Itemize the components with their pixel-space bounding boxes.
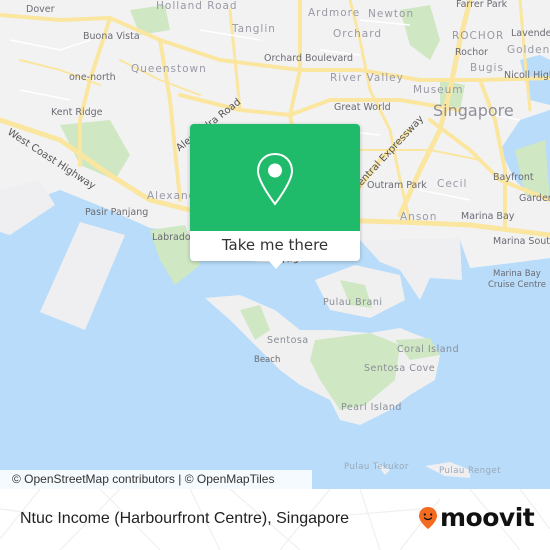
footer-bar: Ntuc Income (Harbourfront Centre), Singa… [0, 489, 550, 550]
map-label-newton: Newton [368, 8, 415, 20]
moovit-wordmark: moovit [440, 503, 535, 532]
map-label-outram-park: Outram Park [367, 180, 427, 191]
map-label-ardmore: Ardmore [308, 7, 361, 19]
map-label-tanglin: Tanglin [232, 23, 276, 35]
map-label-cruise-centre-line2: Cruise Centre [488, 280, 546, 290]
map-label-sentosa-cove: Sentosa Cove [364, 363, 436, 374]
map-label-museum: Museum [413, 84, 464, 96]
map-label-rochor: Rochor [455, 47, 488, 58]
map-label-bayfront: Bayfront [493, 172, 534, 183]
moovit-logo[interactable]: moovit [418, 503, 535, 533]
map-label-queenstown: Queenstown [131, 63, 207, 75]
map-label-gardens: Gardens [519, 193, 550, 204]
map-label-farrer-park: Farrer Park [456, 0, 508, 10]
place-name: Ntuc Income (Harbourfront Centre), Singa… [20, 510, 350, 527]
map-label-pasir-panjang: Pasir Panjang [85, 207, 149, 218]
map-label-river-valley: River Valley [330, 72, 404, 84]
map-label-lavender: Lavender [511, 28, 550, 39]
map-label-cecil: Cecil [437, 178, 468, 190]
map-label-anson: Anson [400, 211, 438, 223]
map-label-great-world: Great World [334, 102, 391, 113]
map-label-orchard-boulevard: Orchard Boulevard [264, 53, 354, 64]
map-label-coral-island: Coral Island [397, 344, 460, 355]
map-label-sentosa: Sentosa [267, 335, 309, 346]
map-label-orchard: Orchard [333, 28, 383, 40]
map-label-cruise-centre-line1: Marina Bay [493, 269, 541, 279]
map-label-beach: Beach [254, 355, 281, 365]
map-view[interactable]: Dover Holland Road Buona Vista Tanglin Q… [0, 0, 550, 489]
map-label-labrador: Labrador [152, 232, 195, 243]
map-label-nicoll-highway: Nicoll Highway [504, 70, 550, 81]
map-label-pearl-island: Pearl Island [341, 402, 402, 413]
map-label-holland-road: Holland Road [156, 0, 238, 12]
map-label-marina-bay: Marina Bay [461, 211, 515, 222]
take-me-there-button[interactable]: Take me there [190, 231, 360, 261]
map-label-pulau-tekukor: Pulau Tekukor [344, 462, 409, 472]
map-widget: Dover Holland Road Buona Vista Tanglin Q… [0, 0, 550, 550]
map-label-kent-ridge: Kent Ridge [51, 107, 103, 118]
map-pin-icon [256, 152, 294, 206]
map-label-singapore: Singapore [433, 101, 514, 120]
map-label-pulau-brani: Pulau Brani [323, 297, 383, 308]
location-popup: Take me there [190, 124, 360, 269]
popup-header [190, 124, 360, 231]
moovit-pin-smile-icon [419, 507, 437, 529]
map-label-rochor-district: ROCHOR [452, 30, 505, 42]
map-attribution[interactable]: © OpenStreetMap contributors | © OpenMap… [0, 470, 312, 489]
map-label-buona-vista: Buona Vista [83, 31, 140, 42]
map-label-one-north: one-north [69, 72, 116, 83]
map-label-pulau-renget: Pulau Renget [439, 466, 502, 476]
map-label-golden: Golden [507, 44, 550, 56]
popup-pointer [268, 260, 284, 269]
map-label-bugis: Bugis [470, 62, 504, 74]
map-label-dover: Dover [26, 4, 55, 15]
map-label-marina-south: Marina South [493, 236, 550, 247]
